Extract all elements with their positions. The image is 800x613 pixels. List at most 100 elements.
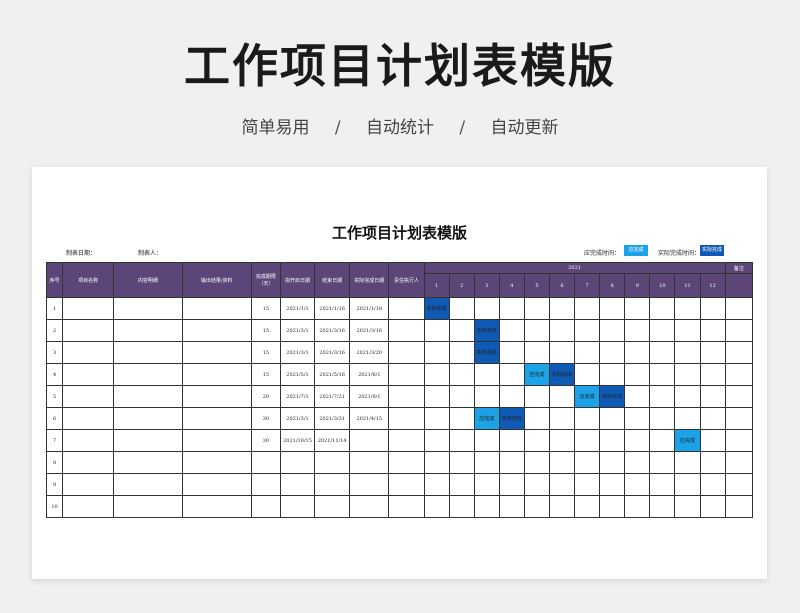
gantt-cell[interactable] xyxy=(448,473,475,496)
gantt-cell[interactable] xyxy=(523,341,550,364)
cell-duration[interactable] xyxy=(250,473,281,496)
gantt-cell[interactable] xyxy=(498,363,525,386)
gantt-cell[interactable] xyxy=(649,429,676,452)
cell-duration[interactable]: 20 xyxy=(250,385,281,408)
cell-owner[interactable] xyxy=(388,363,425,386)
gantt-cell[interactable] xyxy=(523,385,550,408)
gantt-actual-bar[interactable]: 实际完成 xyxy=(548,363,576,386)
gantt-cell[interactable] xyxy=(498,297,525,320)
cell-remark[interactable] xyxy=(724,319,754,342)
gantt-cell[interactable] xyxy=(624,297,651,320)
gantt-cell[interactable] xyxy=(649,495,676,518)
gantt-cell[interactable] xyxy=(548,385,576,408)
cell-output[interactable] xyxy=(181,495,252,518)
cell-name[interactable] xyxy=(62,297,115,320)
cell-no[interactable]: 5 xyxy=(45,385,64,408)
gantt-cell[interactable] xyxy=(448,385,475,408)
gantt-cell[interactable] xyxy=(599,341,626,364)
gantt-cell[interactable] xyxy=(674,451,701,474)
cell-end[interactable] xyxy=(314,495,351,518)
cell-name[interactable] xyxy=(62,319,115,342)
gantt-cell[interactable] xyxy=(574,407,601,430)
cell-output[interactable] xyxy=(181,385,252,408)
cell-duration[interactable]: 30 xyxy=(250,407,281,430)
gantt-cell[interactable] xyxy=(699,363,726,386)
cell-start[interactable] xyxy=(279,451,316,474)
cell-remark[interactable] xyxy=(724,341,754,364)
gantt-cell[interactable] xyxy=(473,297,500,320)
gantt-cell[interactable] xyxy=(599,473,626,496)
cell-name[interactable] xyxy=(62,385,115,408)
cell-start[interactable]: 2021/3/1 xyxy=(279,407,316,430)
cell-remark[interactable] xyxy=(724,297,754,320)
gantt-cell[interactable] xyxy=(423,407,450,430)
gantt-cell[interactable] xyxy=(699,451,726,474)
gantt-actual-bar[interactable]: 实际完成 xyxy=(473,319,500,342)
cell-duration[interactable]: 30 xyxy=(250,429,281,452)
cell-end[interactable]: 2021/3/16 xyxy=(314,319,351,342)
gantt-cell[interactable] xyxy=(498,341,525,364)
gantt-cell[interactable] xyxy=(448,429,475,452)
gantt-cell[interactable] xyxy=(523,319,550,342)
gantt-cell[interactable] xyxy=(624,495,651,518)
gantt-cell[interactable] xyxy=(574,495,601,518)
cell-output[interactable] xyxy=(181,363,252,386)
cell-output[interactable] xyxy=(181,341,252,364)
gantt-planned-bar[interactable]: 应完成 xyxy=(523,363,550,386)
cell-actual-end[interactable]: 2021/3/16 xyxy=(349,319,390,342)
gantt-cell[interactable] xyxy=(423,363,450,386)
gantt-cell[interactable] xyxy=(599,407,626,430)
cell-no[interactable]: 7 xyxy=(45,429,64,452)
cell-actual-end[interactable]: 2021/3/20 xyxy=(349,341,390,364)
gantt-cell[interactable] xyxy=(498,385,525,408)
cell-owner[interactable] xyxy=(388,451,425,474)
cell-remark[interactable] xyxy=(724,385,754,408)
cell-owner[interactable] xyxy=(388,473,425,496)
gantt-cell[interactable] xyxy=(423,385,450,408)
cell-actual-end[interactable]: 2021/8/1 xyxy=(349,385,390,408)
gantt-cell[interactable] xyxy=(548,319,576,342)
cell-no[interactable]: 8 xyxy=(45,451,64,474)
gantt-cell[interactable] xyxy=(574,451,601,474)
cell-owner[interactable] xyxy=(388,385,425,408)
gantt-cell[interactable] xyxy=(624,385,651,408)
cell-start[interactable]: 2021/7/1 xyxy=(279,385,316,408)
gantt-cell[interactable] xyxy=(699,385,726,408)
cell-duration[interactable]: 15 xyxy=(250,341,281,364)
cell-no[interactable]: 1 xyxy=(45,297,64,320)
gantt-cell[interactable] xyxy=(699,319,726,342)
gantt-cell[interactable] xyxy=(498,429,525,452)
cell-duration[interactable] xyxy=(250,495,281,518)
cell-no[interactable]: 6 xyxy=(45,407,64,430)
gantt-cell[interactable] xyxy=(574,341,601,364)
cell-no[interactable]: 9 xyxy=(45,473,64,496)
cell-duration[interactable]: 15 xyxy=(250,363,281,386)
cell-detail[interactable] xyxy=(113,473,183,496)
cell-start[interactable]: 2021/10/15 xyxy=(279,429,316,452)
gantt-cell[interactable] xyxy=(624,319,651,342)
cell-remark[interactable] xyxy=(724,407,754,430)
gantt-cell[interactable] xyxy=(624,451,651,474)
cell-owner[interactable] xyxy=(388,297,425,320)
cell-name[interactable] xyxy=(62,473,115,496)
cell-duration[interactable] xyxy=(250,451,281,474)
cell-no[interactable]: 2 xyxy=(45,319,64,342)
gantt-cell[interactable] xyxy=(674,495,701,518)
gantt-cell[interactable] xyxy=(699,407,726,430)
gantt-cell[interactable] xyxy=(574,319,601,342)
cell-actual-end[interactable]: 2021/1/18 xyxy=(349,297,390,320)
cell-output[interactable] xyxy=(181,297,252,320)
gantt-cell[interactable] xyxy=(674,473,701,496)
cell-start[interactable]: 2021/1/1 xyxy=(279,297,316,320)
gantt-cell[interactable] xyxy=(423,341,450,364)
gantt-cell[interactable] xyxy=(448,451,475,474)
cell-owner[interactable] xyxy=(388,429,425,452)
gantt-planned-bar[interactable]: 应完成 xyxy=(574,385,601,408)
gantt-cell[interactable] xyxy=(599,319,626,342)
gantt-cell[interactable] xyxy=(548,407,576,430)
gantt-cell[interactable] xyxy=(498,473,525,496)
gantt-actual-bar[interactable]: 实际完成 xyxy=(498,407,525,430)
cell-actual-end[interactable]: 2021/6/1 xyxy=(349,363,390,386)
gantt-cell[interactable] xyxy=(473,495,500,518)
cell-no[interactable]: 10 xyxy=(45,495,64,518)
